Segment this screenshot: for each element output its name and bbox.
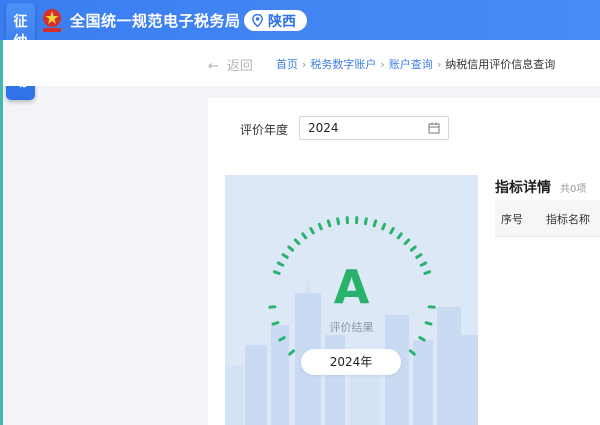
- back-label: 返回: [226, 59, 253, 74]
- dial-tick: [363, 217, 368, 226]
- credit-result-card: A 评价结果 2024年: [225, 175, 478, 425]
- breadcrumb-current: 纳税信用评价信息查询: [445, 58, 556, 71]
- breadcrumb-separator-icon: ›: [302, 58, 307, 71]
- breadcrumb: 首页 › 税务数字账户 › 账户查询 › 纳税信用评价信息查询: [276, 56, 555, 72]
- detail-item-count: 共0项: [560, 184, 587, 195]
- dial-tick: [389, 227, 395, 235]
- credit-grade: A: [333, 260, 370, 314]
- dial-tick: [317, 222, 323, 231]
- dial-tick: [287, 245, 295, 252]
- year-field-label: 评价年度: [240, 123, 289, 137]
- left-edge-strip: [0, 40, 3, 425]
- column-header-indicator-name: 指标名称: [546, 213, 590, 226]
- dial-tick: [281, 253, 289, 259]
- site-title[interactable]: 全国统一规范电子税务局: [70, 10, 241, 31]
- breadcrumb-account-query[interactable]: 账户查询: [389, 58, 433, 71]
- dial-tick: [293, 238, 301, 246]
- dial-tick: [415, 253, 423, 259]
- dial-tick: [381, 222, 387, 231]
- dial-tick: [345, 216, 349, 225]
- dial-tick: [288, 349, 296, 356]
- region-label: 陕西: [268, 14, 296, 30]
- dial-tick: [278, 336, 286, 342]
- dial-tick: [409, 245, 417, 252]
- breadcrumb-separator-icon: ›: [380, 58, 385, 71]
- grade-caption: 评价结果: [329, 321, 374, 334]
- back-arrow-icon: ←: [208, 59, 219, 74]
- tax-emblem-icon: [43, 9, 61, 32]
- dial-tick: [408, 349, 416, 356]
- breadcrumb-separator-icon: ›: [436, 58, 442, 71]
- side-tab-char: 征: [13, 14, 28, 30]
- dial-tick: [301, 232, 308, 240]
- detail-section-title: 指标详情: [495, 180, 551, 196]
- back-button[interactable]: ← 返回: [208, 55, 253, 74]
- dial-tick: [396, 232, 403, 240]
- dial-tick: [403, 238, 411, 246]
- dial-tick: [336, 217, 341, 226]
- year-picker[interactable]: 2024: [299, 116, 449, 140]
- dial-tick: [418, 336, 426, 342]
- breadcrumb-home[interactable]: 首页: [276, 58, 298, 71]
- calendar-icon: [428, 122, 440, 134]
- dial-tick: [309, 227, 315, 235]
- year-picker-value: 2024: [308, 121, 339, 135]
- dial-tick: [355, 216, 359, 225]
- breadcrumb-tax-digital-account[interactable]: 税务数字账户: [310, 58, 376, 71]
- dial-tick: [326, 219, 332, 228]
- detail-table-header: 序号 指标名称: [495, 200, 600, 237]
- location-pin-icon: [252, 14, 263, 27]
- top-header-bar: 全国统一规范电子税务局 陕西: [0, 0, 600, 40]
- region-selector[interactable]: 陕西: [244, 10, 307, 31]
- column-header-index: 序号: [501, 213, 523, 226]
- dial-tick: [372, 219, 378, 228]
- result-year-badge: 2024年: [301, 349, 401, 375]
